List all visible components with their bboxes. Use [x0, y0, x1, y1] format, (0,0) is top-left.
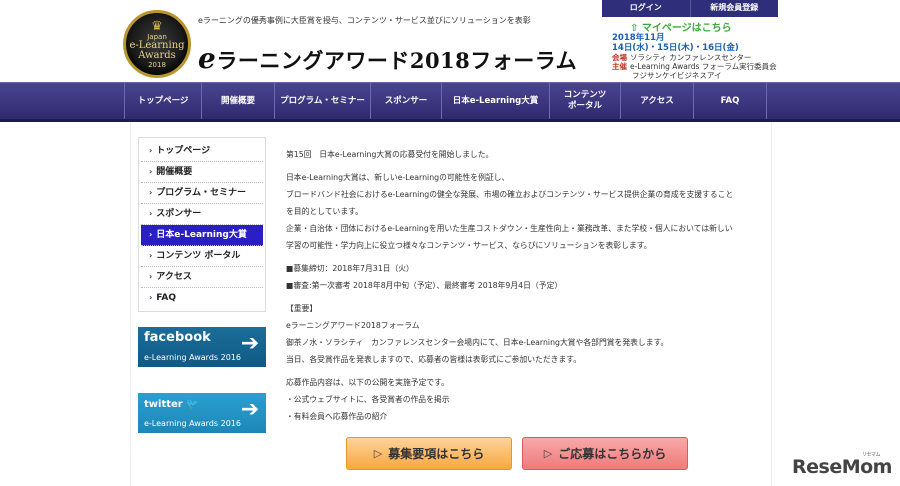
resemom-watermark: ReseMom リセマム [792, 452, 892, 478]
sidebar-menu: › トップページ › 開催概要 › プログラム・セミナー › スポンサー › 日本e-Le… [138, 137, 266, 312]
publication-line: ・公式ウェブサイトに、各受賞者の作品を掲示 [286, 395, 450, 404]
sidebar-item-sponsor[interactable]: › スポンサー [141, 204, 263, 225]
bird-icon: 🐦 [186, 399, 199, 410]
sidebar-item-label: トップページ [156, 146, 211, 156]
important-line: 御茶ノ水・ソラシティ カンファレンスセンター会場内にて、日本e-Learning… [286, 338, 669, 347]
nav-access[interactable]: アクセス [620, 83, 693, 119]
nav-top[interactable]: トップページ [124, 83, 201, 119]
site-tagline: eラーニングの優秀事例に大臣賞を授与、コンテンツ・サービス並びにソリューションを… [198, 16, 531, 25]
logo-text: Awards [138, 50, 176, 61]
chevron-right-icon: › [149, 188, 153, 197]
chevron-right-icon: › [149, 251, 153, 260]
twitter-title: twitter 🐦 [144, 399, 199, 410]
crown-icon: ♛ [151, 19, 163, 34]
twitter-sub: e-Learning Awards 2016 [144, 419, 241, 428]
publication-line: 応募作品内容は、以下の公開を実施予定です。 [286, 378, 449, 387]
chevron-right-icon: › [149, 209, 153, 218]
chevron-right-icon: › [149, 146, 153, 155]
sidebar-item-portal[interactable]: › コンテンツ ポータル [141, 246, 263, 267]
event-info: 2018年11月 14日(水)・15日(木)・16日(金) 会場 ソラシティ カン… [612, 33, 777, 80]
play-icon: ▷ [373, 447, 383, 460]
login-button[interactable]: ログイン [602, 0, 691, 17]
publication-paragraph: 応募作品内容は、以下の公開を実施予定です。 ・公式ウェブサイトに、各受賞者の作品… [286, 374, 756, 425]
sidebar: › トップページ › 開催概要 › プログラム・セミナー › スポンサー › 日本e-Le… [138, 137, 266, 433]
sidebar-item-label: プログラム・セミナー [156, 188, 247, 198]
host-label: 主催 [612, 62, 627, 71]
host2: フジサンケイビジネスアイ [632, 71, 722, 80]
chevron-right-icon: › [149, 272, 153, 281]
chevron-right-icon: › [149, 230, 153, 239]
intro-line: 日本e-Learning大賞は、新しいe-Learningの可能性を例証し、 [286, 173, 510, 182]
mypage-link[interactable]: ⇧ マイページはこちら [630, 19, 732, 34]
chevron-right-icon: › [149, 167, 153, 176]
account-bar: ログイン 新規会員登録 [602, 0, 778, 17]
site-title[interactable]: eラーニングアワード2018フォーラム [198, 42, 577, 75]
sidebar-item-label: アクセス [156, 272, 192, 282]
apply-button[interactable]: ▷ ご応募はこちらから [522, 437, 688, 470]
sidebar-item-label: 開催概要 [156, 167, 193, 177]
sidebar-item-label: コンテンツ ポータル [156, 251, 241, 261]
awards-logo[interactable]: ♛ Japan e-Learning Awards 2018 [123, 10, 191, 78]
guidelines-button[interactable]: ▷ 募集要項はこちら [346, 437, 512, 470]
guidelines-label: 募集要項はこちら [388, 447, 485, 461]
sidebar-item-program[interactable]: › プログラム・セミナー [141, 183, 263, 204]
review-schedule: ■審査:第一次審考 2018年8月中旬（予定）、最終審考 2018年9月4日（予… [286, 281, 563, 290]
arrow-right-icon: ➔ [240, 397, 260, 422]
important-line: eラーニングアワード2018フォーラム [286, 321, 420, 330]
sidebar-item-faq[interactable]: › FAQ [141, 288, 263, 308]
facebook-title: facebook [144, 330, 211, 345]
host: e-Learning Awards フォーラム実行委員会 [630, 62, 777, 71]
main-content: 第15回 日本e-Learning大賞の応募受付を開始しました。 日本e-Lea… [286, 146, 756, 431]
twitter-title-text: twitter [144, 399, 183, 410]
register-button[interactable]: 新規会員登録 [691, 0, 779, 17]
nav-faq[interactable]: FAQ [693, 83, 767, 119]
watermark-small: リセマム [862, 452, 881, 458]
important-line: 当日、各受賞作品を発表しますので、応募者の皆様は表彰式にご参加いただきます。 [286, 355, 582, 364]
sidebar-item-label: 日本e-Learning大賞 [156, 230, 247, 240]
twitter-banner[interactable]: twitter 🐦 e-Learning Awards 2016 ➔ [138, 393, 266, 433]
watermark-brand: ReseMom [792, 456, 892, 478]
sidebar-item-awards[interactable]: › 日本e-Learning大賞 [141, 225, 263, 246]
logo-text: 2018 [148, 61, 166, 69]
sidebar-item-top[interactable]: › トップページ [141, 141, 263, 162]
apply-label: ご応募はこちらから [558, 447, 667, 461]
nav-awards[interactable]: 日本e-Learning大賞 [441, 83, 549, 119]
event-days: 14日(水)・15日(木)・16日(金) [612, 43, 739, 53]
sidebar-item-overview[interactable]: › 開催概要 [141, 162, 263, 183]
site-header: ♛ Japan e-Learning Awards 2018 eラーニングの優秀… [0, 0, 900, 82]
sidebar-item-label: FAQ [156, 293, 177, 303]
chevron-right-icon: › [149, 293, 153, 302]
venue: ソラシティ カンファレンスセンター [630, 53, 752, 62]
nav-program[interactable]: プログラム・セミナー [274, 83, 370, 119]
facebook-sub: e-Learning Awards 2016 [144, 353, 241, 362]
intro-line: を目的としています。 [286, 207, 363, 216]
deadline: ■募集締切：2018年7月31日（火） [286, 264, 414, 273]
important-paragraph: 【重要】 eラーニングアワード2018フォーラム 御茶ノ水・ソラシティ カンファ… [286, 300, 756, 368]
arrow-right-icon: ➔ [240, 331, 260, 356]
cta-buttons: ▷ 募集要項はこちら ▷ ご応募はこちらから [346, 437, 688, 470]
sidebar-item-access[interactable]: › アクセス [141, 267, 263, 288]
event-month: 2018年11月 [612, 33, 665, 43]
nav-portal[interactable]: コンテンツ ポータル [549, 83, 620, 119]
important-heading: 【重要】 [286, 304, 318, 313]
announcement: 第15回 日本e-Learning大賞の応募受付を開始しました。 [286, 150, 494, 159]
title-rest: ラーニングアワード2018フォーラム [216, 48, 578, 73]
play-icon: ▷ [543, 447, 553, 460]
schedule-paragraph: ■募集締切：2018年7月31日（火） ■審査:第一次審考 2018年8月中旬（… [286, 260, 756, 294]
intro-line: 企業・自治体・団体におけるe-Learningを用いた生産コストダウン・生産性向… [286, 224, 733, 233]
main-nav: トップページ 開催概要 プログラム・セミナー スポンサー 日本e-Learnin… [0, 82, 900, 122]
facebook-banner[interactable]: facebook e-Learning Awards 2016 ➔ [138, 327, 266, 367]
intro-paragraph: 日本e-Learning大賞は、新しいe-Learningの可能性を例証し、 ブ… [286, 169, 756, 254]
title-e: e [198, 42, 217, 75]
intro-line: ブロードバンド社会におけるe-Learningの健全な発展、市場の確立およびコン… [286, 190, 734, 199]
intro-line: 学習の可能性・学力向上に役立つ様々なコンテンツ・サービス、ならびにソリューション… [286, 241, 652, 250]
publication-line: ・有料会員へ応募作品の紹介 [286, 412, 388, 421]
sidebar-item-label: スポンサー [156, 209, 202, 219]
venue-label: 会場 [612, 53, 627, 62]
nav-overview[interactable]: 開催概要 [201, 83, 274, 119]
nav-sponsor[interactable]: スポンサー [370, 83, 441, 119]
